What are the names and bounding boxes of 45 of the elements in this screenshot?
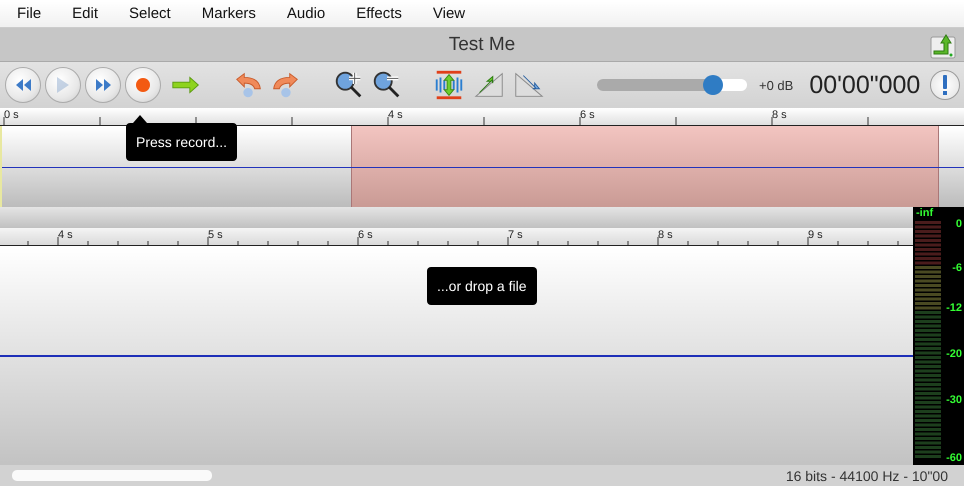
time-display: 00'00"000 — [809, 70, 920, 100]
rewind-icon — [14, 78, 32, 92]
window-title: Test Me — [448, 34, 516, 56]
ruler-label: 4 s — [388, 109, 403, 121]
tooltip-pointer — [133, 115, 147, 123]
status-text: 16 bits - 44100 Hz - 10"00 — [786, 468, 948, 484]
ruler-label: 4 s — [58, 229, 73, 241]
time-ruler[interactable]: 4 s 5 s 6 s 7 s 8 s 9 s — [0, 228, 913, 246]
time-ruler[interactable]: 0 s 4 s 6 s 8 s — [0, 108, 964, 126]
fast-forward-icon — [94, 78, 112, 92]
ruler-label: 0 s — [4, 109, 19, 121]
tooltip: Press record... — [126, 123, 238, 161]
record-button[interactable] — [125, 67, 161, 103]
ruler-label: 9 s — [808, 229, 823, 241]
ruler-label: 6 s — [358, 229, 373, 241]
play-icon — [56, 76, 70, 94]
menu-item[interactable]: Audio — [276, 2, 336, 25]
meter-scale-label: -20 — [946, 348, 962, 360]
meter-scale-label: -60 — [946, 452, 962, 464]
ruler-label: 8 s — [772, 109, 787, 121]
scrollbar-thumb[interactable] — [12, 470, 212, 481]
slider-thumb[interactable] — [702, 75, 722, 95]
ruler-label: 7 s — [508, 229, 523, 241]
menu-item[interactable]: Edit — [61, 2, 110, 25]
meter-scale-label: -30 — [946, 394, 962, 406]
ruler-label: 8 s — [658, 229, 673, 241]
ruler-label: 6 s — [580, 109, 595, 121]
forward-button[interactable] — [85, 67, 121, 103]
menu-item[interactable]: Select — [118, 2, 182, 25]
menu-item[interactable]: Markers — [190, 2, 267, 25]
tooltip: ...or drop a file — [427, 267, 536, 305]
menu-item[interactable]: File — [6, 2, 52, 25]
rewind-button[interactable] — [5, 67, 41, 103]
peak-reading: -inf — [916, 207, 934, 219]
exclamation-icon — [941, 74, 950, 96]
record-icon — [135, 77, 151, 93]
meter-scale-label: -6 — [952, 262, 962, 274]
ruler-label: 5 s — [208, 229, 223, 241]
menu-item[interactable]: Effects — [345, 2, 413, 25]
overview-waveform[interactable] — [0, 126, 964, 207]
volume-reading: +0 dB — [759, 78, 794, 92]
info-button[interactable] — [930, 70, 960, 100]
meter-scale-label: -12 — [946, 302, 962, 314]
meter-scale-label: 0 — [956, 218, 962, 230]
menu-item[interactable]: View — [422, 2, 476, 25]
